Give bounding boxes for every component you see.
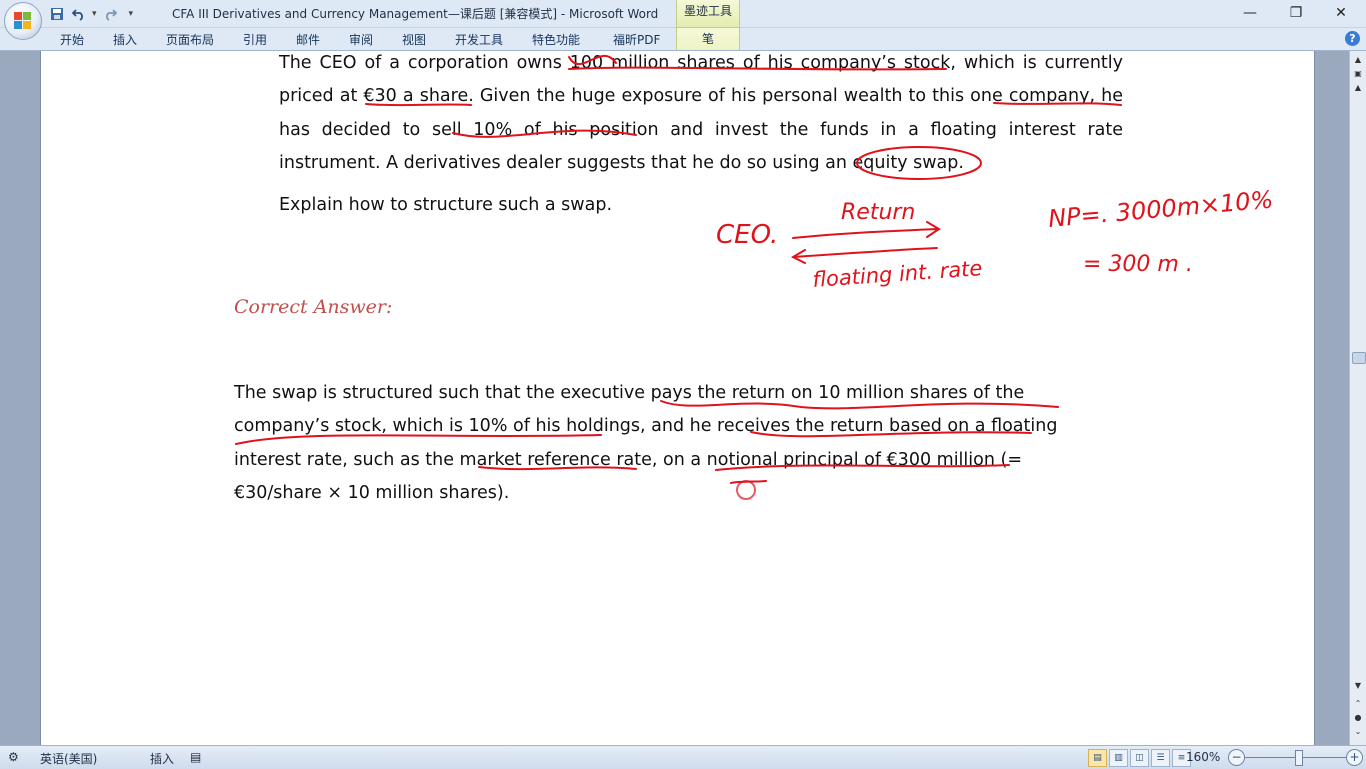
ruler-toggle-icon[interactable]: ▣	[1351, 67, 1365, 81]
question-prompt: Explain how to structure such a swap.	[279, 195, 613, 215]
language-status[interactable]: 英语(美国)	[40, 750, 97, 767]
tab-view[interactable]: 视图	[402, 31, 426, 48]
scroll-thumb[interactable]	[1352, 352, 1366, 364]
ink-np-line1: NP=. 3000m×10%	[1047, 185, 1274, 233]
full-screen-reading-icon[interactable]: ▥	[1109, 749, 1128, 767]
ink-floating-label: floating int. rate	[812, 256, 983, 292]
document-page[interactable]: The CEO of a corporation owns 100 millio…	[40, 51, 1315, 745]
zoom-slider-thumb[interactable]	[1295, 750, 1303, 766]
document-area: The CEO of a corporation owns 100 millio…	[0, 51, 1349, 745]
scroll-top-icon[interactable]: ▲	[1351, 53, 1365, 67]
answer-paragraph: The swap is structured such that the exe…	[234, 383, 1058, 504]
ink-return-label: Return	[841, 200, 915, 225]
zoom-level[interactable]: 160%	[1186, 750, 1220, 764]
macro-icon[interactable]: ⚙	[8, 750, 19, 764]
quick-access-toolbar: ▾ ▾	[48, 4, 133, 24]
ink-arrow-left	[790, 247, 938, 264]
question-paragraph: The CEO of a corporation owns 100 millio…	[279, 53, 1123, 174]
office-logo-icon	[14, 12, 32, 30]
tab-pen[interactable]: 笔	[676, 28, 740, 50]
next-page-icon[interactable]: ⌄	[1351, 725, 1365, 739]
view-buttons: ▤ ▥ ◫ ☰ ≡	[1088, 749, 1191, 767]
ink-ceo-label: CEO.	[716, 220, 778, 250]
undo-dropdown-icon[interactable]: ▾	[92, 9, 97, 19]
ink-arrow-right	[792, 221, 941, 239]
zoom-in-icon[interactable]: +	[1346, 749, 1363, 766]
record-macro-icon[interactable]: ▤	[190, 750, 201, 764]
ink-np-line2: = 300 m .	[1083, 252, 1193, 277]
tab-insert[interactable]: 插入	[113, 31, 137, 48]
print-layout-icon[interactable]: ▤	[1088, 749, 1107, 767]
tab-special-features[interactable]: 特色功能	[532, 31, 580, 48]
scroll-down-icon[interactable]: ▼	[1351, 679, 1365, 693]
insert-mode-status[interactable]: 插入	[150, 750, 174, 767]
web-layout-icon[interactable]: ◫	[1130, 749, 1149, 767]
tab-mailings[interactable]: 邮件	[296, 31, 320, 48]
tab-review[interactable]: 审阅	[349, 31, 373, 48]
tab-page-layout[interactable]: 页面布局	[166, 31, 214, 48]
ribbon-tab-row: 开始 插入 页面布局 引用 邮件 审阅 视图 开发工具 特色功能 福昕PDF 笔	[0, 28, 1366, 51]
office-button[interactable]	[4, 2, 42, 40]
browse-object-icon[interactable]: ●	[1351, 711, 1365, 725]
vertical-scrollbar[interactable]: ▲ ▣ ▲ ▼ ⌃ ● ⌄	[1349, 51, 1366, 745]
answer-heading: Correct Answer:	[234, 296, 393, 318]
help-icon[interactable]: ?	[1345, 31, 1360, 46]
tab-developer[interactable]: 开发工具	[455, 31, 503, 48]
status-bar: ⚙ 英语(美国) 插入 ▤ ▤ ▥ ◫ ☰ ≡ 160% − +	[0, 745, 1366, 769]
tab-references[interactable]: 引用	[243, 31, 267, 48]
minimize-button[interactable]: —	[1236, 3, 1264, 23]
restore-button[interactable]: ❐	[1282, 3, 1310, 23]
tab-home[interactable]: 开始	[60, 31, 84, 48]
outline-icon[interactable]: ☰	[1151, 749, 1170, 767]
close-button[interactable]: ✕	[1327, 3, 1355, 23]
redo-icon[interactable]	[101, 5, 119, 23]
undo-icon[interactable]	[70, 5, 88, 23]
window-title: CFA III Derivatives and Currency Managem…	[172, 7, 659, 21]
customize-toolbar-icon[interactable]: ▾	[129, 9, 134, 19]
tab-foxit-pdf[interactable]: 福昕PDF	[613, 31, 660, 48]
previous-page-icon[interactable]: ⌃	[1351, 697, 1365, 711]
ink-tools-context-label: 墨迹工具	[676, 0, 740, 28]
scroll-up-icon[interactable]: ▲	[1351, 81, 1365, 95]
save-icon[interactable]	[48, 5, 66, 23]
title-bar: ▾ ▾ CFA III Derivatives and Currency Man…	[0, 0, 1366, 40]
zoom-out-icon[interactable]: −	[1228, 749, 1245, 766]
